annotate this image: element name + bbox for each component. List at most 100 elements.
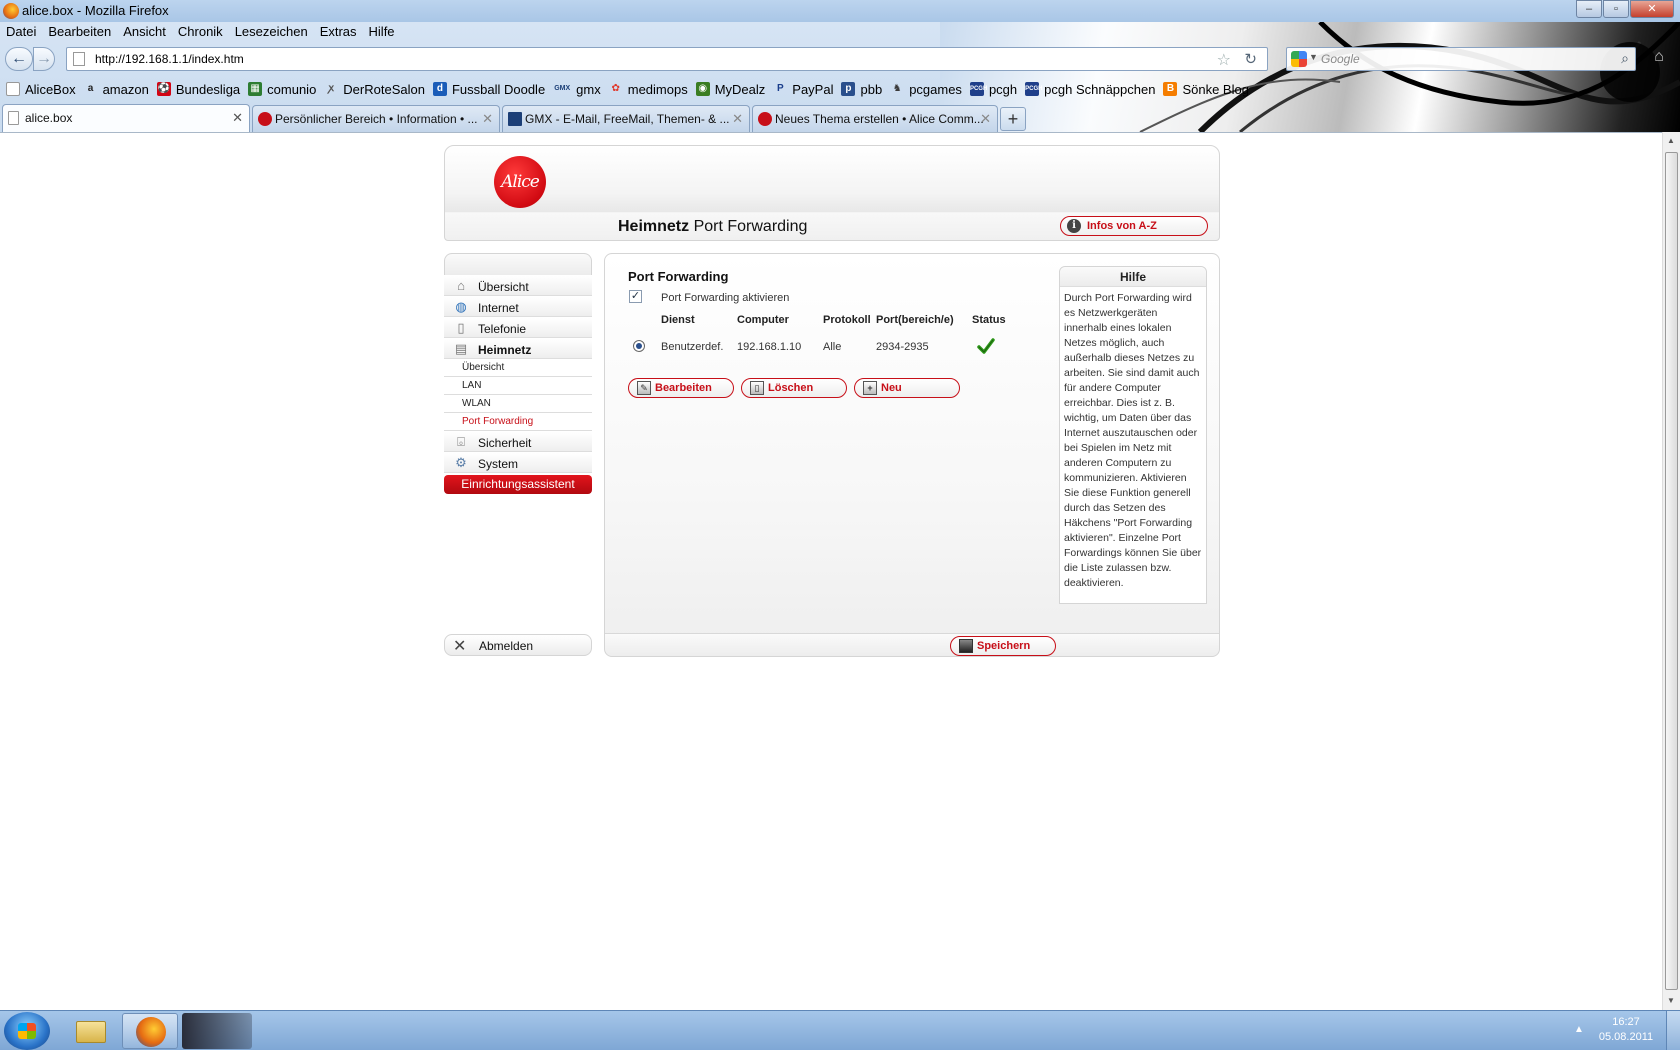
- bookmark-derrotesalon[interactable]: ꭗ DerRoteSalon: [324, 82, 425, 97]
- mydealz-icon: ◉: [695, 82, 710, 96]
- menu-chronik[interactable]: Chronik: [172, 22, 229, 44]
- close-window-button[interactable]: ✕: [1630, 0, 1674, 18]
- search-input[interactable]: Google: [1321, 52, 1360, 66]
- edit-button[interactable]: ✎ Bearbeiten: [628, 378, 734, 398]
- delete-label: Löschen: [768, 382, 814, 394]
- google-icon[interactable]: [1291, 51, 1307, 67]
- bookmark-label: PayPal: [792, 81, 834, 97]
- column-header-protokoll: Protokoll: [823, 314, 871, 326]
- back-button[interactable]: ←: [5, 47, 33, 71]
- setup-assistant-button[interactable]: Einrichtungsassistent: [444, 475, 592, 494]
- sidebar-item-heimnetz[interactable]: ▤ Heimnetz: [444, 338, 592, 359]
- minimize-button[interactable]: –: [1576, 0, 1602, 18]
- row-select-radio[interactable]: [633, 340, 645, 352]
- taskbar-app-button[interactable]: [182, 1013, 252, 1049]
- tab-alice-box[interactable]: alice.box ✕: [2, 104, 250, 132]
- salon-icon: ꭗ: [328, 83, 334, 94]
- tab-neues-thema[interactable]: Neues Thema erstellen • Alice Comm... ✕: [752, 105, 998, 132]
- sidebar-item-system[interactable]: ⚙ System: [444, 452, 592, 473]
- save-button[interactable]: Speichern: [950, 636, 1056, 656]
- page-icon: [73, 52, 85, 66]
- sidebar-item-label: Sicherheit: [478, 436, 532, 450]
- sidebar-subitem-port-forwarding[interactable]: Port Forwarding: [444, 413, 592, 431]
- bookmark-soenke-blog[interactable]: B Sönke Blog: [1163, 82, 1249, 97]
- infos-a-z-button[interactable]: i Infos von A-Z: [1060, 216, 1208, 236]
- edit-label: Bearbeiten: [655, 382, 712, 394]
- forward-button[interactable]: →: [33, 47, 55, 71]
- alice-logo[interactable]: Alice: [494, 156, 546, 208]
- bookmark-label: pcgames: [909, 81, 962, 97]
- bookmarks-toolbar: AliceBox a amazon ⚽ Bundesliga ▦ comunio ꭗD…: [0, 76, 1257, 102]
- bookmark-mydealz[interactable]: ◉ MyDealz: [695, 82, 765, 97]
- blogger-icon: B: [1163, 82, 1178, 96]
- close-icon[interactable]: ✕: [232, 110, 243, 126]
- tab-persoenlicher-bereich[interactable]: Persönlicher Bereich • Information • ...…: [252, 105, 500, 132]
- logout-x-icon: ✕: [453, 638, 467, 655]
- menu-bearbeiten[interactable]: Bearbeiten: [42, 22, 117, 44]
- gears-icon: ⚙: [455, 455, 467, 470]
- home-icon[interactable]: ⌂: [1645, 48, 1673, 70]
- logout-button[interactable]: ✕ Abmelden: [444, 634, 592, 656]
- help-title: Hilfe: [1060, 267, 1206, 287]
- bookmark-star-icon[interactable]: ☆: [1217, 50, 1231, 70]
- scrollbar-thumb[interactable]: [1665, 152, 1678, 990]
- url-text[interactable]: http://192.168.1.1/index.htm: [95, 52, 244, 66]
- new-button[interactable]: + Neu: [854, 378, 960, 398]
- main-panel: Port Forwarding ✓ Port Forwarding aktivi…: [604, 253, 1220, 657]
- scroll-up-arrow-icon[interactable]: ▲: [1667, 136, 1675, 145]
- chevron-down-icon[interactable]: ▼: [1309, 52, 1318, 62]
- new-tab-button[interactable]: +: [1000, 107, 1026, 131]
- delete-button[interactable]: ▯ Löschen: [741, 378, 847, 398]
- menu-ansicht[interactable]: Ansicht: [117, 22, 172, 44]
- bookmark-amazon[interactable]: a amazon: [84, 82, 149, 97]
- tab-label: Persönlicher Bereich • Information • ...: [275, 112, 478, 126]
- pcgh-icon: PCGH: [969, 82, 987, 96]
- menu-hilfe[interactable]: Hilfe: [363, 22, 401, 44]
- sidebar-subitem-lan[interactable]: LAN: [444, 377, 592, 395]
- bookmark-fussball-doodle[interactable]: d Fussball Doodle: [432, 82, 545, 97]
- menu-datei[interactable]: Datei: [0, 22, 42, 44]
- reload-icon[interactable]: ↻: [1244, 50, 1257, 68]
- tray-expand-icon[interactable]: ▲: [1574, 1024, 1584, 1035]
- paypal-icon: P: [776, 83, 784, 94]
- close-icon[interactable]: ✕: [482, 111, 493, 127]
- taskbar-firefox-button[interactable]: [122, 1013, 178, 1049]
- bookmark-paypal[interactable]: P PayPal: [773, 81, 834, 97]
- bookmark-label: DerRoteSalon: [343, 81, 425, 97]
- sidebar-item-internet[interactable]: ◍ Internet: [444, 296, 592, 317]
- port-forwarding-enable-checkbox[interactable]: ✓: [629, 290, 642, 303]
- close-icon[interactable]: ✕: [732, 111, 743, 127]
- start-button[interactable]: [4, 1012, 50, 1050]
- menu-lesezeichen[interactable]: Lesezeichen: [229, 22, 314, 44]
- close-icon[interactable]: ✕: [980, 111, 991, 127]
- bookmark-pcgh-schnaeppchen[interactable]: PCGH pcgh Schnäppchen: [1025, 82, 1155, 97]
- taskbar-explorer-button[interactable]: [62, 1013, 118, 1049]
- new-label: Neu: [881, 382, 902, 394]
- system-clock[interactable]: 16:27 05.08.2011: [1590, 1015, 1662, 1045]
- bookmark-pbb[interactable]: p pbb: [841, 82, 882, 97]
- bookmark-comunio[interactable]: ▦ comunio: [248, 82, 316, 97]
- alice-community-icon: [758, 112, 772, 126]
- bookmark-medimops[interactable]: ✿ medimops: [609, 82, 688, 97]
- bookmark-alicebox[interactable]: AliceBox: [6, 82, 76, 97]
- show-desktop-button[interactable]: [1666, 1011, 1680, 1050]
- column-header-port: Port(bereich/e): [876, 314, 954, 326]
- sidebar-subitem-uebersicht[interactable]: Übersicht: [444, 359, 592, 377]
- sidebar-item-uebersicht[interactable]: ⌂ Übersicht: [444, 275, 592, 296]
- menu-extras[interactable]: Extras: [314, 22, 363, 44]
- url-bar[interactable]: http://192.168.1.1/index.htm ☆ ↻: [66, 47, 1268, 71]
- scroll-down-arrow-icon[interactable]: ▼: [1667, 996, 1675, 1005]
- bookmark-pcgames[interactable]: ♞ pcgames: [890, 82, 962, 97]
- bookmark-gmx[interactable]: GMX gmx: [553, 82, 601, 97]
- maximize-button[interactable]: ▫: [1603, 0, 1629, 18]
- sidebar-item-sicherheit[interactable]: ⌻ Sicherheit: [444, 431, 592, 452]
- bookmark-pcgh[interactable]: PCGH pcgh: [969, 82, 1017, 97]
- search-bar[interactable]: ▼ Google ⌕: [1286, 47, 1636, 71]
- vertical-scrollbar[interactable]: ▲ ▼: [1662, 132, 1680, 1010]
- sidebar-item-telefonie[interactable]: ▯ Telefonie: [444, 317, 592, 338]
- tab-gmx[interactable]: GMX - E-Mail, FreeMail, Themen- & ... ✕: [502, 105, 750, 132]
- bundesliga-icon: ⚽: [156, 82, 171, 96]
- sidebar-subitem-wlan[interactable]: WLAN: [444, 395, 592, 413]
- bookmark-bundesliga[interactable]: ⚽ Bundesliga: [156, 82, 240, 97]
- search-icon[interactable]: ⌕: [1621, 50, 1629, 67]
